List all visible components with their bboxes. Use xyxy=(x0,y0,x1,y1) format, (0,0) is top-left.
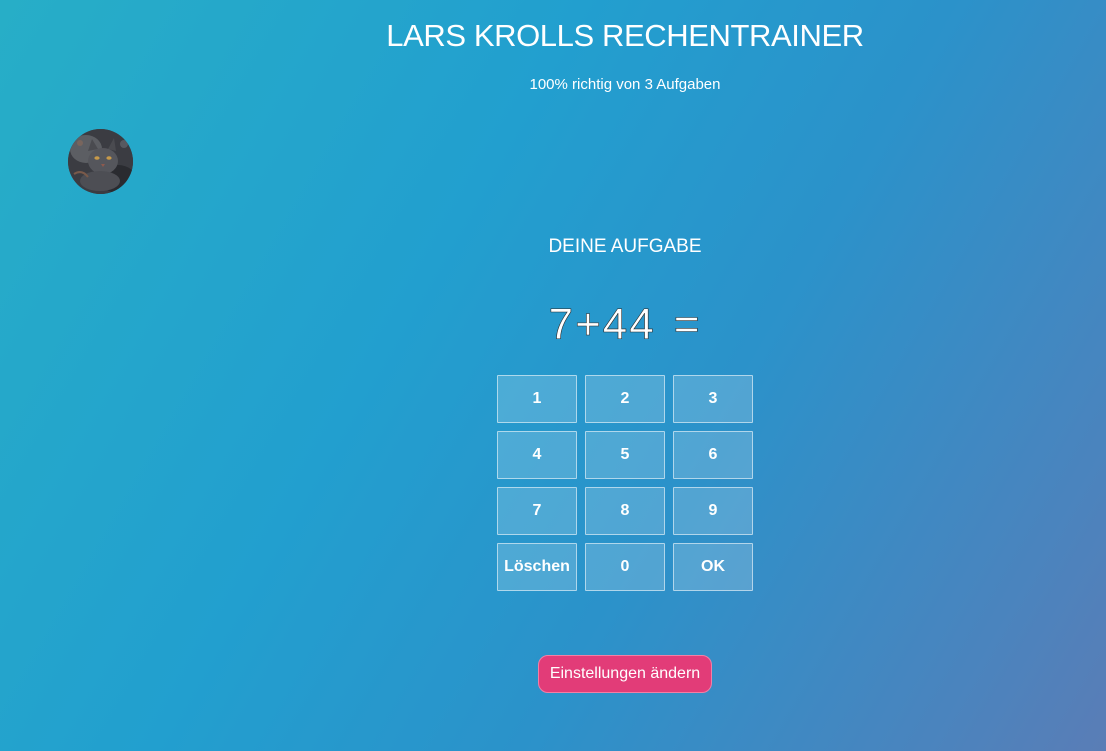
key-3[interactable]: 3 xyxy=(673,375,753,423)
key-6[interactable]: 6 xyxy=(673,431,753,479)
ok-button[interactable]: OK xyxy=(673,543,753,591)
task-heading: DEINE AUFGABE xyxy=(548,236,702,257)
equals-sign: = xyxy=(673,300,702,350)
problem-expression: 7+44 xyxy=(548,300,656,350)
key-1[interactable]: 1 xyxy=(497,375,577,423)
avatar[interactable] xyxy=(68,129,133,194)
math-problem: 7+44 = xyxy=(0,300,1106,350)
clear-button[interactable]: Löschen xyxy=(497,543,577,591)
key-9[interactable]: 9 xyxy=(673,487,753,535)
number-keypad: 1 2 3 4 5 6 7 8 9 Löschen 0 OK xyxy=(497,375,753,591)
cat-photo-icon xyxy=(68,129,133,194)
key-8[interactable]: 8 xyxy=(585,487,665,535)
key-0[interactable]: 0 xyxy=(585,543,665,591)
page-title: LARS KROLLS RECHENTRAINER xyxy=(386,18,864,53)
score-summary: 100% richtig von 3 Aufgaben xyxy=(529,76,721,93)
key-7[interactable]: 7 xyxy=(497,487,577,535)
key-4[interactable]: 4 xyxy=(497,431,577,479)
key-2[interactable]: 2 xyxy=(585,375,665,423)
change-settings-button[interactable]: Einstellungen ändern xyxy=(538,655,712,693)
key-5[interactable]: 5 xyxy=(585,431,665,479)
